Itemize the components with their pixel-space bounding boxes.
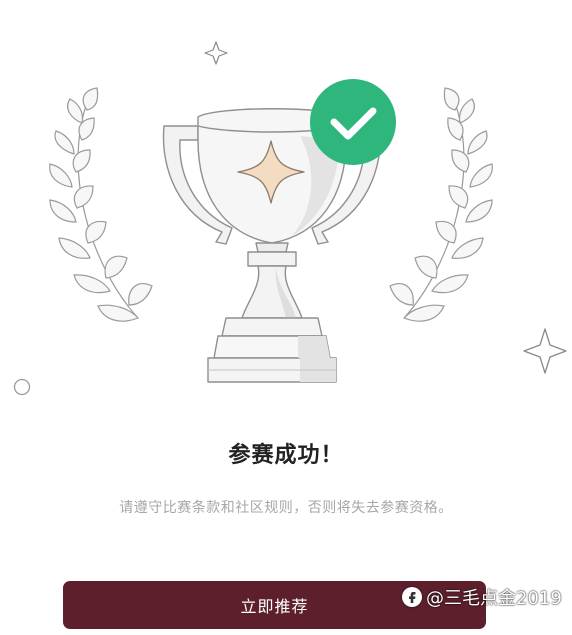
sparkle-icon [204,41,228,65]
watermark-logo-icon [402,587,422,607]
success-title: 参赛成功！ [228,443,344,468]
join-success-page: 参赛成功！ 请遵守比赛条款和社区规则，否则将失去参赛资格。 立即推荐 @三毛点金… [0,0,572,635]
watermark-text: @三毛点金2019 [426,588,562,609]
rules-message: 请遵守比赛条款和社区规则，否则将失去参赛资格。 [119,500,453,516]
watermark: @三毛点金2019 [402,585,562,609]
laurel-right-icon [389,87,493,322]
decor-circle-icon [13,378,31,396]
laurel-left-icon [49,87,153,322]
check-badge-icon [310,79,396,165]
sparkle-icon [523,328,567,374]
trophy-illustration [13,41,567,396]
